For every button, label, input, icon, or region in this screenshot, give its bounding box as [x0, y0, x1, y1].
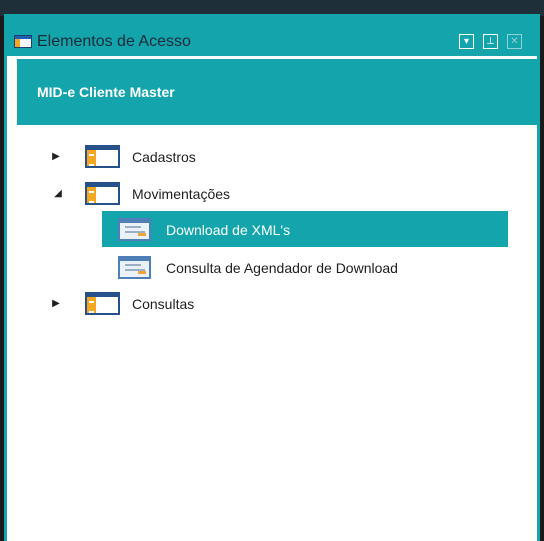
document-icon	[118, 256, 151, 279]
panel-title: Elementos de Acesso	[37, 33, 191, 50]
tree-item-label: Consultas	[132, 296, 195, 312]
collapse-arrow-icon[interactable]: ◢	[52, 183, 64, 205]
panel-icon	[14, 35, 32, 48]
dropdown-icon: ▾	[463, 36, 470, 47]
folder-icon	[85, 292, 120, 315]
tree-item-label: Download de XML's	[166, 222, 291, 238]
tree-item-label: Movimentações	[132, 186, 231, 202]
close-icon: ✕	[510, 36, 519, 47]
folder-icon	[85, 182, 120, 205]
expand-arrow-icon[interactable]: ▶	[50, 293, 62, 315]
close-button[interactable]: ✕	[507, 34, 522, 49]
document-icon	[118, 218, 151, 241]
client-header-label: MID-e Cliente Master	[37, 84, 175, 100]
folder-icon	[85, 145, 120, 168]
dropdown-button[interactable]: ▾	[459, 34, 474, 49]
tree-item-label: Consulta de Agendador de Download	[166, 260, 398, 276]
panel-titlebar[interactable]: Elementos de Acesso ▾ ⊥ ✕	[7, 14, 537, 56]
pin-button[interactable]: ⊥	[483, 34, 498, 49]
client-header[interactable]: MID-e Cliente Master	[17, 59, 537, 125]
expand-arrow-icon[interactable]: ▶	[50, 146, 62, 168]
tree-item-label: Cadastros	[132, 149, 196, 165]
pin-icon: ⊥	[486, 36, 495, 47]
window-backdrop: Elementos de Acesso ▾ ⊥ ✕ MID-e Cliente …	[0, 0, 544, 541]
tree-item-download-xml-highlight	[102, 211, 508, 247]
